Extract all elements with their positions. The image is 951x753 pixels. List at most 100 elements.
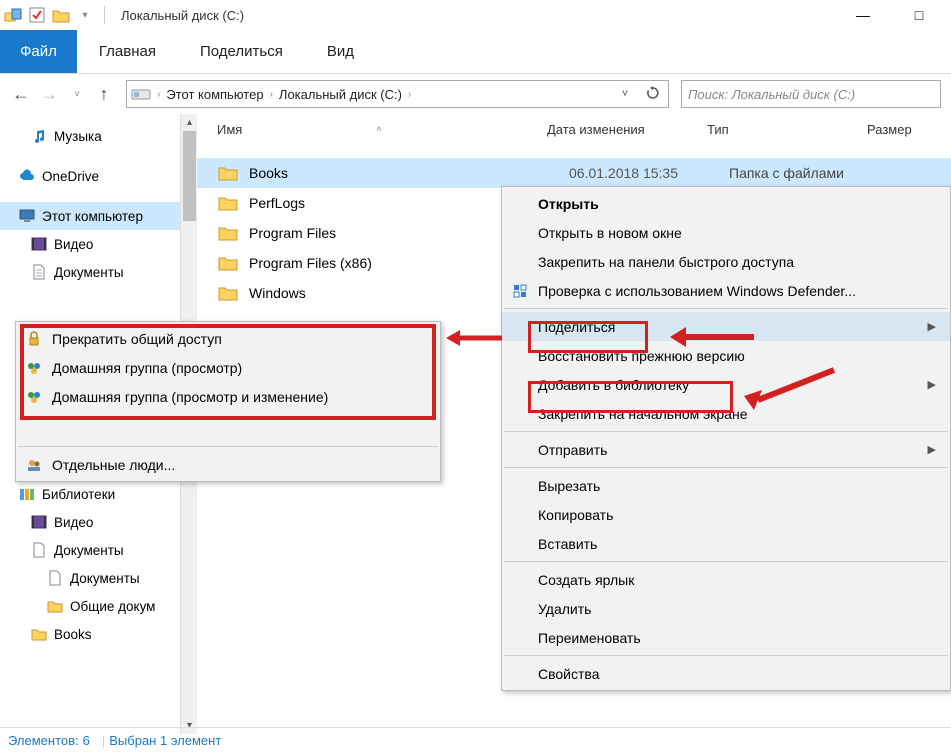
up-button[interactable]: ↑ bbox=[94, 84, 114, 105]
ctx-share[interactable]: Поделиться▶ bbox=[502, 312, 950, 341]
column-type[interactable]: Тип bbox=[707, 122, 867, 137]
address-dropdown-icon[interactable]: ˅ bbox=[614, 88, 636, 100]
sidebar-item-video[interactable]: Видео bbox=[0, 230, 180, 258]
tab-share[interactable]: Поделиться bbox=[178, 30, 305, 73]
sub-homegroup-edit[interactable]: Домашняя группа (просмотр и изменение) bbox=[16, 382, 440, 411]
sidebar-item-onedrive[interactable]: OneDrive bbox=[0, 162, 180, 190]
sidebar-label: Общие докум bbox=[70, 599, 155, 614]
file-row[interactable]: Books 06.01.2018 15:35 Папка с файлами bbox=[197, 158, 951, 188]
sidebar-label: Books bbox=[54, 627, 92, 642]
document-icon bbox=[30, 263, 48, 281]
breadcrumb-drive[interactable]: Локальный диск (C:) bbox=[279, 87, 402, 102]
sidebar-item-documents[interactable]: Документы bbox=[0, 258, 180, 286]
qat-dropdown-icon[interactable]: ▾ bbox=[76, 6, 94, 24]
recent-dropdown[interactable]: ˅ bbox=[66, 89, 88, 100]
title-bar: ▾ Локальный диск (C:) — □ × bbox=[0, 0, 951, 30]
ctx-create-shortcut[interactable]: Создать ярлык bbox=[502, 565, 950, 594]
refresh-icon[interactable] bbox=[642, 86, 664, 103]
window-title: Локальный диск (C:) bbox=[121, 8, 244, 23]
defender-icon bbox=[510, 281, 530, 301]
separator bbox=[104, 6, 105, 24]
sidebar-item-lib-video[interactable]: Видео bbox=[0, 508, 180, 536]
document-icon bbox=[30, 541, 48, 559]
ctx-restore-previous[interactable]: Восстановить прежнюю версию bbox=[502, 341, 950, 370]
ctx-properties[interactable]: Свойства bbox=[502, 659, 950, 688]
separator bbox=[504, 655, 948, 656]
sub-stop-sharing[interactable]: Прекратить общий доступ bbox=[16, 324, 440, 353]
address-bar[interactable]: › Этот компьютер › Локальный диск (C:) ›… bbox=[126, 80, 669, 108]
document-icon bbox=[46, 569, 64, 587]
chevron-right-icon[interactable]: › bbox=[270, 89, 273, 100]
context-menu: Открыть Открыть в новом окне Закрепить н… bbox=[501, 186, 951, 691]
folder-icon bbox=[217, 193, 239, 213]
sidebar-item-thispc[interactable]: Этот компьютер bbox=[0, 202, 180, 230]
sort-indicator-icon: ˄ bbox=[376, 124, 381, 134]
maximize-button[interactable]: □ bbox=[901, 1, 937, 29]
pc-icon bbox=[18, 207, 36, 225]
ribbon-tabs: Файл Главная Поделиться Вид bbox=[0, 30, 951, 74]
chevron-right-icon[interactable]: › bbox=[408, 89, 411, 100]
ctx-add-to-library[interactable]: Добавить в библиотеку▶ bbox=[502, 370, 950, 399]
chevron-right-icon: ▶ bbox=[928, 443, 936, 456]
column-date[interactable]: Дата изменения bbox=[547, 122, 707, 137]
separator bbox=[504, 561, 948, 562]
ctx-delete[interactable]: Удалить bbox=[502, 594, 950, 623]
sidebar-item-lib-books[interactable]: Books bbox=[0, 620, 180, 648]
search-input[interactable]: Поиск: Локальный диск (C:) bbox=[681, 80, 941, 108]
sidebar-item-lib-docs-sub[interactable]: Документы bbox=[0, 564, 180, 592]
explorer-icon bbox=[4, 6, 22, 24]
ctx-cut[interactable]: Вырезать bbox=[502, 471, 950, 500]
column-headers: Имя ˄ Дата изменения Тип Размер bbox=[197, 114, 951, 144]
forward-button[interactable]: → bbox=[38, 84, 60, 105]
tab-view[interactable]: Вид bbox=[305, 30, 376, 73]
separator bbox=[504, 467, 948, 468]
ctx-open-new-window[interactable]: Открыть в новом окне bbox=[502, 218, 950, 247]
file-type: Папка с файлами bbox=[729, 165, 889, 181]
onedrive-icon bbox=[18, 167, 36, 185]
libraries-icon bbox=[18, 485, 36, 503]
status-elements-count: 6 bbox=[83, 733, 90, 748]
sub-specific-people[interactable]: Отдельные люди... bbox=[16, 450, 440, 479]
sidebar-label: Видео bbox=[54, 515, 93, 530]
sidebar-label: Видео bbox=[54, 237, 93, 252]
tab-home[interactable]: Главная bbox=[77, 30, 178, 73]
ctx-send-to[interactable]: Отправить▶ bbox=[502, 435, 950, 464]
quick-access-toolbar: ▾ bbox=[4, 6, 109, 24]
ctx-pin-start[interactable]: Закрепить на начальном экране bbox=[502, 399, 950, 428]
folder-icon bbox=[217, 283, 239, 303]
separator bbox=[504, 308, 948, 309]
back-button[interactable]: ← bbox=[10, 84, 32, 105]
status-elements-label: Элементов: bbox=[8, 733, 79, 748]
music-icon bbox=[30, 127, 48, 145]
scroll-thumb[interactable] bbox=[183, 131, 196, 221]
sidebar-label: Этот компьютер bbox=[42, 209, 143, 224]
search-placeholder: Поиск: Локальный диск (C:) bbox=[688, 87, 855, 102]
chevron-right-icon: ▶ bbox=[928, 378, 936, 391]
sidebar-item-libraries[interactable]: Библиотеки bbox=[0, 480, 180, 508]
qat-checkbox-icon[interactable] bbox=[28, 6, 46, 24]
window-controls: — □ × bbox=[845, 1, 947, 29]
ctx-paste[interactable]: Вставить bbox=[502, 529, 950, 558]
sidebar-label: Библиотеки bbox=[42, 487, 115, 502]
status-selected: Выбран 1 элемент bbox=[109, 733, 221, 748]
ctx-defender-scan[interactable]: Проверка с использованием Windows Defend… bbox=[502, 276, 950, 305]
sidebar-item-lib-public[interactable]: Общие докум bbox=[0, 592, 180, 620]
ctx-copy[interactable]: Копировать bbox=[502, 500, 950, 529]
sidebar-item-music[interactable]: Музыка bbox=[0, 122, 180, 150]
column-size[interactable]: Размер bbox=[867, 122, 951, 137]
file-tab[interactable]: Файл bbox=[0, 30, 77, 73]
ctx-pin-quick-access[interactable]: Закрепить на панели быстрого доступа bbox=[502, 247, 950, 276]
column-name[interactable]: Имя ˄ bbox=[217, 122, 547, 137]
sub-homegroup-view[interactable]: Домашняя группа (просмотр) bbox=[16, 353, 440, 382]
ctx-open[interactable]: Открыть bbox=[502, 189, 950, 218]
folder-icon bbox=[217, 223, 239, 243]
sidebar-label: Документы bbox=[70, 571, 140, 586]
minimize-button[interactable]: — bbox=[845, 1, 881, 29]
chevron-right-icon[interactable]: › bbox=[157, 89, 160, 100]
breadcrumb-thispc[interactable]: Этот компьютер bbox=[166, 87, 263, 102]
sidebar-item-lib-docs[interactable]: Документы bbox=[0, 536, 180, 564]
separator: | bbox=[102, 733, 105, 748]
scroll-up-icon[interactable]: ▴ bbox=[181, 114, 198, 131]
sidebar-label: OneDrive bbox=[42, 169, 99, 184]
ctx-rename[interactable]: Переименовать bbox=[502, 623, 950, 652]
